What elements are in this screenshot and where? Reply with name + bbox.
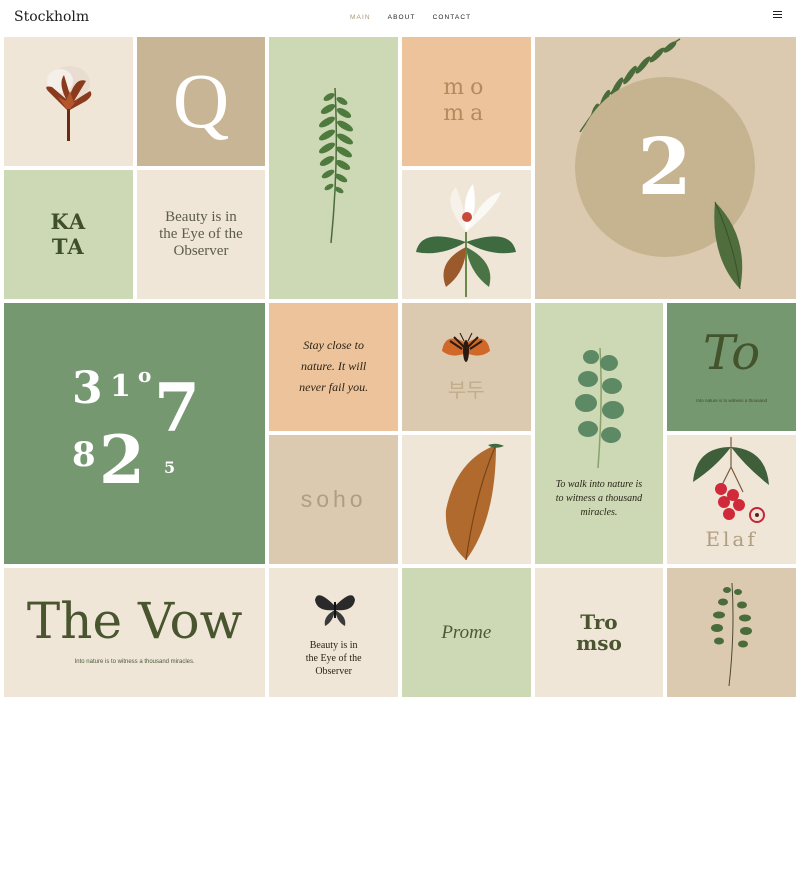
portfolio-item-beauty[interactable]: Beauty is in the Eye of the Observer [136,169,266,299]
portfolio-item-soho[interactable]: soho [269,435,398,565]
portfolio-item-vow[interactable]: The Vow Into nature is to witness a thou… [4,568,266,697]
portfolio-item-elaf[interactable]: Elaf [667,435,796,565]
moth-logo-text: 부두 [447,377,485,402]
to-subtitle: Into nature is to witness a thousand [696,397,767,403]
site-logo[interactable]: Stockholm [14,9,89,25]
portfolio-item-tromso[interactable]: Tro mso [534,568,664,697]
moma-logo-text: mo ma [443,75,490,127]
portfolio-item-fern[interactable] [269,37,398,299]
portfolio-item-q[interactable]: Q [136,37,266,166]
beauty-quote: Beauty is in the Eye of the Observer [159,208,243,259]
vow-subtitle: Into nature is to witness a thousand mir… [74,659,195,666]
butterfly-illustration [315,595,356,627]
q-logo-text: Q [172,57,230,145]
kata-logo-text: KA TA [50,209,87,260]
portfolio-item-stay[interactable]: Stay close to nature. It will never fail… [269,302,398,432]
portfolio-item-eucalyptus[interactable]: To walk into nature is to witness a thou… [534,302,664,565]
portfolio-item-moma[interactable]: mo ma [401,37,531,166]
hamburger-icon[interactable] [773,9,784,20]
cotton-flower-illustration [46,66,92,142]
elaf-logo-text: Elaf [705,527,758,552]
portfolio-item-magnolia[interactable] [401,169,531,299]
portfolio-item-cotton[interactable] [4,37,133,166]
portfolio-item-two[interactable]: 2 [534,37,796,299]
stay-quote: Stay close to nature. It will never fail… [299,338,369,395]
leaf-illustration [446,443,505,560]
nav-main[interactable]: MAIN [350,14,371,21]
nav-contact[interactable]: CONTACT [433,14,472,21]
magnolia-illustration [416,183,517,297]
moth-illustration [441,332,490,362]
prome-logo-text: Prome [441,621,492,643]
portfolio-item-leaf[interactable] [401,435,531,565]
fern-illustration [318,87,353,243]
eucalyptus-illustration [574,347,624,468]
sprig-illustration [710,582,752,686]
to-logo-text: To [703,324,761,381]
portfolio-item-moth[interactable]: 부두 [401,302,531,432]
portfolio-item-prome[interactable]: Prome [401,568,531,697]
portfolio-item-numbers[interactable]: 3 1 o 8 2 7 5 [4,302,266,565]
portfolio-item-kata[interactable]: KA TA [4,169,133,299]
eucalyptus-quote: To walk into nature is to witness a thou… [555,478,643,518]
numbers-art: 3 1 o 8 2 7 5 [72,362,200,499]
portfolio-item-to[interactable]: To Into nature is to witness a thousand [667,302,796,432]
nav-about[interactable]: ABOUT [388,14,416,21]
site-header: Stockholm MAIN ABOUT CONTACT [0,0,800,36]
portfolio-item-butterfly[interactable]: Beauty is in the Eye of the Observer [269,568,398,697]
portfolio-item-sprig[interactable] [667,568,796,697]
portfolio-grid: Q mo ma 2 KA TA Beauty is in the Eye of … [4,37,796,697]
tromso-logo-text: Tro mso [576,609,622,655]
butterfly-quote: Beauty is in the Eye of the Observer [305,640,362,678]
two-logo-text: 2 [637,121,692,213]
soho-logo-text: soho [300,486,367,513]
main-nav: MAIN ABOUT CONTACT [350,14,471,21]
lychee-illustration [693,437,770,524]
vow-logo-text: The Vow [26,592,243,651]
